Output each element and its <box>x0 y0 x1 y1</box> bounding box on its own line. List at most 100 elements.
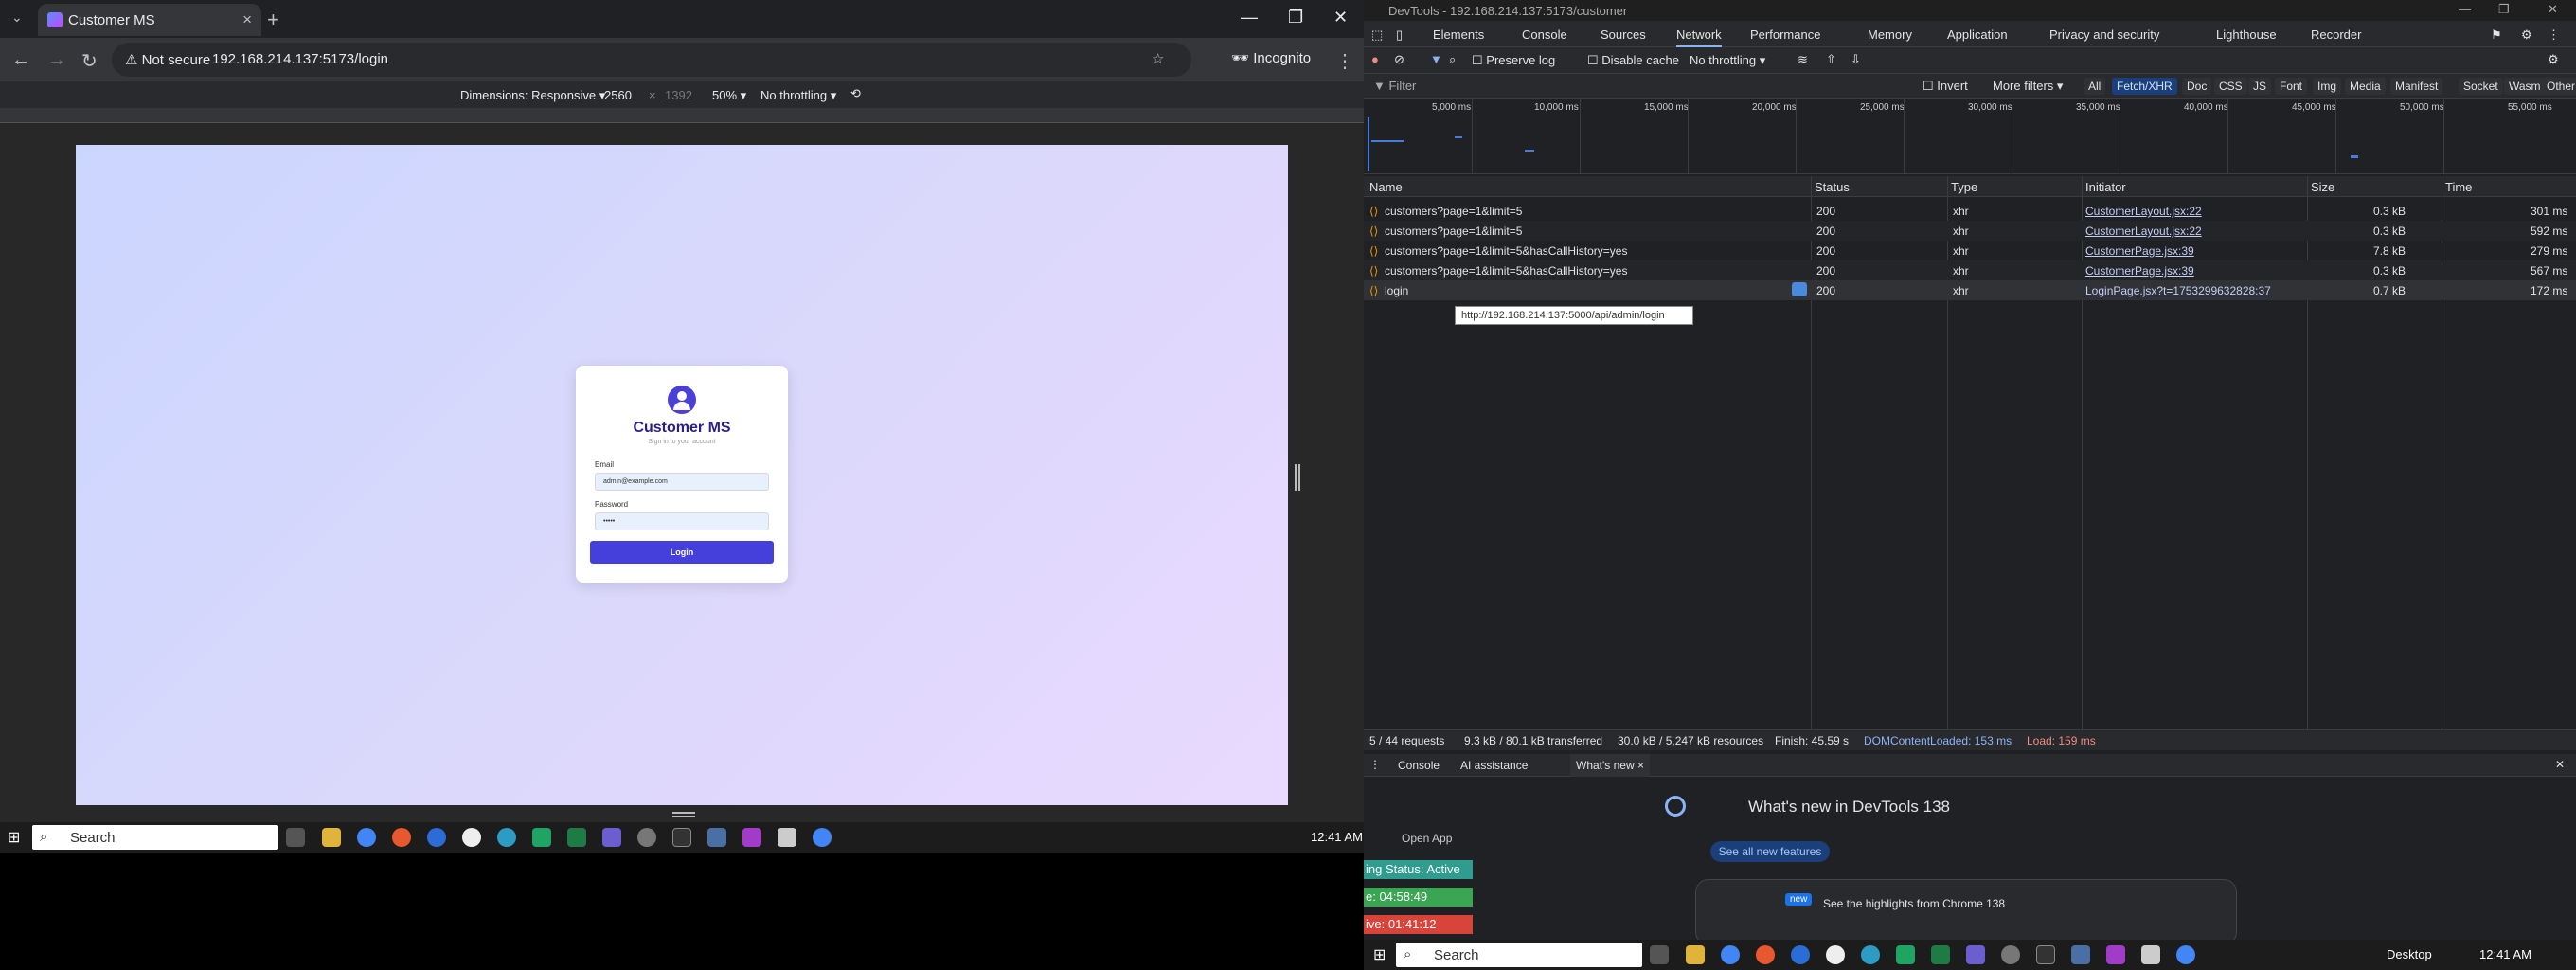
search-icon[interactable]: ⌕ <box>1449 52 1456 67</box>
col-name[interactable]: Name <box>1369 180 1403 194</box>
col-status[interactable]: Status <box>1815 180 1850 194</box>
onenote-icon[interactable] <box>2106 945 2125 964</box>
close-window-icon[interactable]: ✕ <box>2548 2 2558 17</box>
close-drawer-icon[interactable]: ✕ <box>2555 758 2565 771</box>
initiator-link[interactable]: CustomerLayout.jsx:22 <box>2085 205 2202 218</box>
settings-icon[interactable] <box>637 828 656 847</box>
filter-input[interactable]: ▼ Filter <box>1373 79 1416 93</box>
preserve-log-checkbox[interactable]: ☐ Preserve log <box>1472 53 1555 68</box>
menu-icon[interactable]: ⋮ <box>1335 49 1354 73</box>
more-filters-dropdown[interactable]: More filters ▾ <box>1993 79 2063 94</box>
filter-js[interactable]: JS <box>2248 78 2272 95</box>
open-app-link[interactable]: Open App <box>1402 832 1452 845</box>
timeline-overview[interactable]: 5,000 ms 10,000 ms 15,000 ms 20,000 ms 2… <box>1364 99 2576 174</box>
table-row[interactable]: ⟨⟩ login 200 xhr LoginPage.jsx?t=1753299… <box>1364 280 2576 300</box>
tab-application[interactable]: Application <box>1947 27 2008 42</box>
app-icon[interactable] <box>602 828 621 847</box>
filter-all[interactable]: All <box>2084 78 2106 95</box>
drawer-menu-icon[interactable]: ⋮ <box>1369 758 1381 771</box>
file-explorer-icon[interactable] <box>322 828 341 847</box>
app-icon[interactable] <box>2036 945 2055 964</box>
filter-media[interactable]: Media <box>2345 78 2386 95</box>
app-icon[interactable] <box>778 828 796 847</box>
height-input[interactable]: 1392 <box>665 88 692 102</box>
see-all-features-button[interactable]: See all new features <box>1710 841 1830 862</box>
tab-network[interactable]: Network <box>1676 27 1722 47</box>
drawer-tab-whats-new[interactable]: What's new × <box>1570 754 1650 777</box>
app-icon[interactable] <box>2071 945 2090 964</box>
task-view-icon[interactable] <box>286 828 305 847</box>
filter-css[interactable]: CSS <box>2214 78 2247 95</box>
throttle-dropdown[interactable]: No throttling ▾ <box>760 88 836 103</box>
close-tab-icon[interactable]: × <box>242 10 252 29</box>
chrome-icon[interactable] <box>2176 945 2195 964</box>
gear-icon[interactable]: ⚙ <box>2521 27 2532 43</box>
tab-console[interactable]: Console <box>1522 27 1567 42</box>
zoom-dropdown[interactable]: 50% ▾ <box>712 88 746 103</box>
chrome-icon[interactable] <box>357 828 376 847</box>
export-icon[interactable]: ⇩ <box>1851 52 1861 67</box>
device-toggle-icon[interactable]: ▯ <box>1396 27 1403 43</box>
tab-lighthouse[interactable]: Lighthouse <box>2216 27 2277 42</box>
not-secure-badge[interactable]: ⚠ Not secure <box>125 51 210 68</box>
initiator-link[interactable]: CustomerLayout.jsx:22 <box>2085 225 2202 238</box>
table-row[interactable]: ⟨⟩ customers?page=1&limit=5 200 xhr Cust… <box>1364 201 2576 221</box>
email-field[interactable]: admin@example.com <box>595 473 769 491</box>
tab-recorder[interactable]: Recorder <box>2311 27 2361 42</box>
forward-icon[interactable]: → <box>47 49 66 71</box>
taskbar-search[interactable]: ⌕ Search <box>1396 943 1642 967</box>
col-initiator[interactable]: Initiator <box>2085 180 2126 194</box>
table-row[interactable]: ⟨⟩ customers?page=1&limit=5&hasCallHisto… <box>1364 241 2576 260</box>
bookmark-star-icon[interactable]: ☆ <box>1152 50 1164 67</box>
open-in-panel-icon[interactable] <box>1792 282 1807 296</box>
filter-socket[interactable]: Socket <box>2459 78 2503 95</box>
col-size[interactable]: Size <box>2311 180 2334 194</box>
desktop-label[interactable]: Desktop <box>2387 947 2432 961</box>
tab-memory[interactable]: Memory <box>1868 27 1912 42</box>
width-input[interactable]: 2560 <box>604 88 632 102</box>
restore-icon[interactable]: ❐ <box>2498 2 2510 17</box>
app-icon[interactable] <box>1791 945 1810 964</box>
tab-search-icon[interactable]: ⌄ <box>11 9 23 26</box>
throttle-select[interactable]: No throttling ▾ <box>1690 53 1765 68</box>
app-icon[interactable] <box>1896 945 1915 964</box>
import-icon[interactable]: ⇧ <box>1826 52 1836 67</box>
wifi-icon[interactable]: ≋ <box>1798 52 1808 67</box>
clock[interactable]: 12:41 AM <box>2479 947 2531 961</box>
filter-wasm[interactable]: Wasm <box>2504 78 2546 95</box>
app-icon[interactable] <box>392 828 411 847</box>
initiator-link[interactable]: CustomerPage.jsx:39 <box>2085 244 2194 258</box>
excel-icon[interactable] <box>1931 945 1950 964</box>
app-icon[interactable] <box>2141 945 2160 964</box>
filter-doc[interactable]: Doc <box>2182 78 2212 95</box>
app-icon[interactable] <box>427 828 446 847</box>
more-icon[interactable]: ⋮ <box>2548 27 2560 43</box>
reload-icon[interactable]: ↻ <box>81 49 98 73</box>
tab-elements[interactable]: Elements <box>1433 27 1484 42</box>
viewport-resize-handle[interactable] <box>1295 464 1300 491</box>
browser-tab[interactable]: Customer MS × <box>38 4 261 36</box>
tab-privacy[interactable]: Privacy and security <box>2049 27 2159 42</box>
incognito-indicator[interactable]: 🕶 Incognito <box>1231 49 1311 66</box>
password-field[interactable]: ••••• <box>595 512 769 530</box>
minimize-icon[interactable]: — <box>2459 2 2471 16</box>
app-icon[interactable] <box>707 828 726 847</box>
initiator-link[interactable]: LoginPage.jsx?t=1753299632828:37 <box>2085 284 2271 297</box>
minimize-icon[interactable]: — <box>1241 8 1258 27</box>
url-text[interactable]: 192.168.214.137:5173/login <box>212 51 388 67</box>
excel-icon[interactable] <box>567 828 586 847</box>
address-bar[interactable]: ⚠ Not secure 192.168.214.137:5173/login … <box>112 43 1191 77</box>
drawer-tab-ai-assistance[interactable]: AI assistance <box>1460 759 1528 772</box>
windows-start-icon[interactable]: ⊞ <box>1373 945 1386 964</box>
drawer-tab-console[interactable]: Console <box>1398 759 1440 772</box>
inspect-icon[interactable]: ⬚ <box>1371 27 1383 43</box>
app-icon[interactable] <box>1826 945 1845 964</box>
initiator-link[interactable]: CustomerPage.jsx:39 <box>2085 264 2194 278</box>
filter-other[interactable]: Other <box>2542 78 2576 95</box>
table-row[interactable]: ⟨⟩ customers?page=1&limit=5&hasCallHisto… <box>1364 260 2576 280</box>
record-icon[interactable]: ● <box>1371 52 1379 66</box>
filter-icon[interactable]: ▼ <box>1430 52 1442 66</box>
chrome-icon[interactable] <box>813 828 832 847</box>
app-icon[interactable] <box>1756 945 1775 964</box>
close-window-icon[interactable]: ✕ <box>1333 8 1348 27</box>
